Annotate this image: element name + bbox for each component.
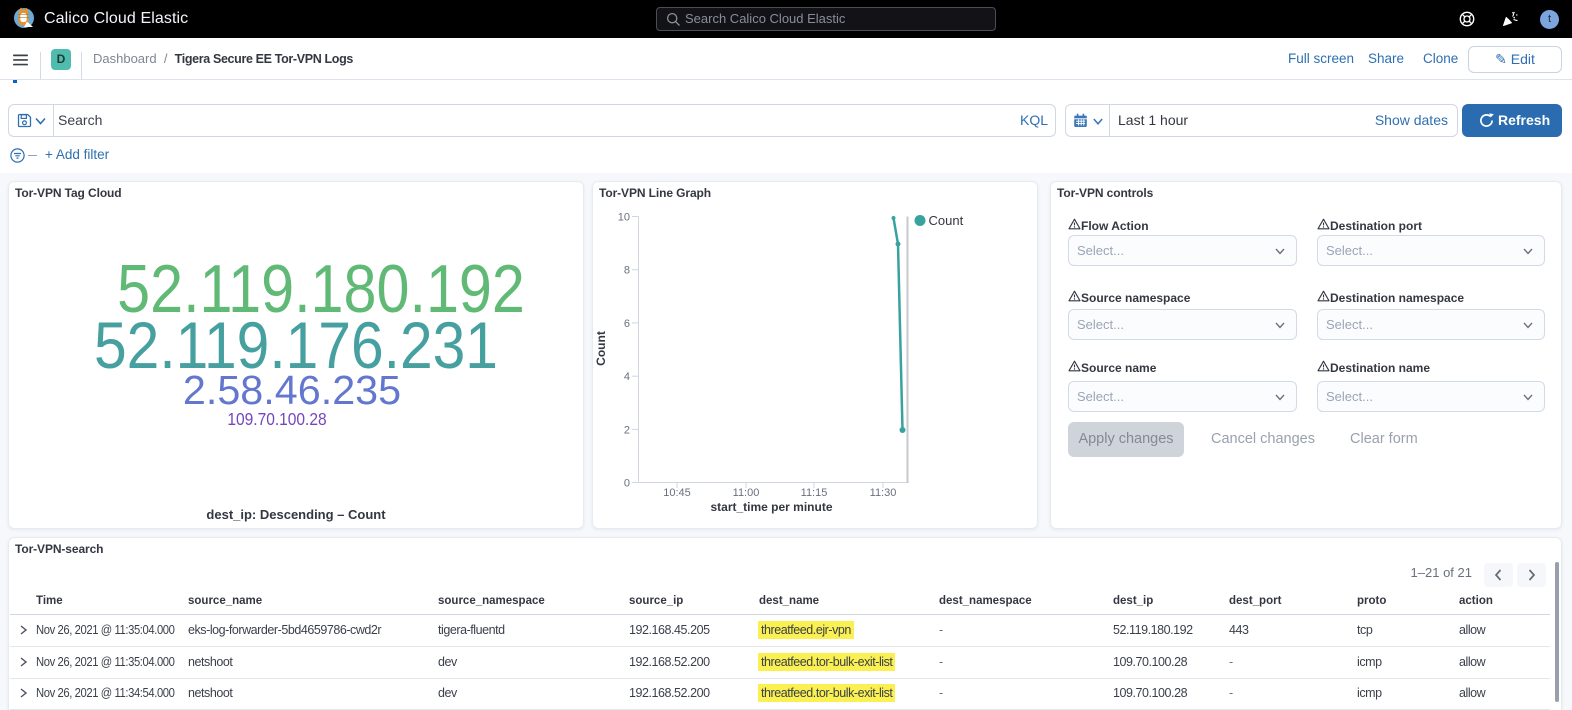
svg-text:2: 2: [624, 424, 630, 436]
svg-text:10: 10: [618, 212, 630, 224]
svg-text:11:15: 11:15: [801, 487, 828, 499]
svg-text:Count: Count: [594, 331, 608, 366]
svg-text:10:45: 10:45: [663, 487, 691, 499]
svg-text:11:30: 11:30: [870, 487, 897, 499]
svg-text:start_time per minute: start_time per minute: [710, 500, 832, 514]
svg-text:Count: Count: [929, 213, 964, 228]
svg-text:6: 6: [624, 318, 630, 330]
svg-text:4: 4: [624, 371, 630, 383]
svg-text:11:00: 11:00: [733, 487, 760, 499]
svg-text:8: 8: [624, 265, 630, 277]
svg-text:0: 0: [624, 478, 630, 490]
